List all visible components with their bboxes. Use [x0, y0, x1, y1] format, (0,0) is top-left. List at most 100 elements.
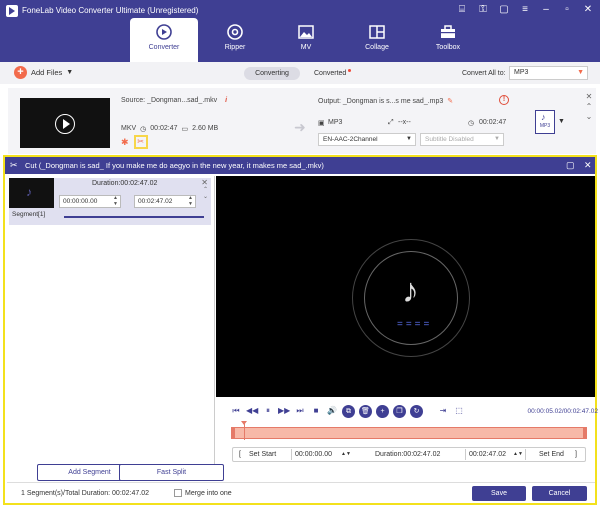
close-icon[interactable]: ✕	[201, 178, 208, 187]
split-icon[interactable]: ⇥	[437, 405, 449, 417]
play-icon[interactable]	[55, 114, 75, 134]
gift-icon[interactable]: ⌸	[456, 4, 468, 16]
merge-checkbox[interactable]	[174, 489, 182, 497]
converter-toolbar: + Add Files ▼ Converting Converted Conve…	[0, 62, 600, 84]
pause-icon[interactable]: ⏸	[262, 405, 274, 417]
chevron-down-icon[interactable]: ▼	[66, 69, 73, 76]
maximize-icon[interactable]: ▫	[561, 4, 573, 16]
equalizer-icon: ====	[397, 319, 433, 330]
audio-track-select[interactable]: EN-AAC-2Channel ▼	[318, 133, 416, 146]
fit-icon[interactable]: ⬚	[453, 405, 465, 417]
video-thumbnail[interactable]	[20, 98, 110, 148]
tab-toolbox[interactable]: Toolbox	[414, 18, 482, 62]
tab-ripper[interactable]: Ripper	[201, 18, 269, 62]
file-row: Source: _Dongman...sad_.mkv i MKV ◷ 00:02…	[8, 88, 596, 154]
audio-disc-icon: ♪ ====	[352, 239, 470, 357]
playhead[interactable]	[241, 421, 247, 440]
add-files-button[interactable]: + Add Files ▼	[14, 66, 73, 79]
source-name: Source: _Dongman...sad_.mkv i	[121, 97, 227, 104]
info-circle-icon[interactable]: !	[499, 95, 509, 105]
stepper-icon[interactable]: ▲▼	[513, 448, 523, 461]
image-icon	[298, 25, 314, 39]
go-to-end-icon[interactable]: ⏭	[294, 405, 306, 417]
new-dot-icon	[348, 69, 352, 72]
divider	[291, 449, 292, 460]
chevron-down-icon: ▼	[577, 69, 584, 76]
tab-mv-label: MV	[300, 44, 312, 51]
menu-icon[interactable]: ≡	[519, 4, 531, 16]
format-badge-label: MP3	[539, 123, 551, 129]
add-icon[interactable]: +	[376, 404, 389, 418]
reset-icon[interactable]: ↻	[410, 404, 423, 418]
cancel-button[interactable]: Cancel	[532, 486, 587, 501]
stepper-icon[interactable]: ▲▼	[341, 448, 351, 461]
convert-all-select[interactable]: MP3 ▼	[509, 66, 588, 80]
toolbox-icon	[441, 25, 455, 38]
trim-settings-bar: [ Set Start 00:00:00.00 ▲▼ Duration:00:0…	[232, 447, 586, 462]
close-icon[interactable]: ✕	[584, 157, 592, 174]
converting-tab[interactable]: Converting	[244, 67, 300, 80]
file-container: MKV	[121, 125, 137, 132]
tab-converter-label: Converter	[148, 44, 180, 51]
resize-icon: ⤢	[388, 119, 394, 126]
minimize-icon[interactable]: –	[540, 4, 552, 16]
output-resolution: --x--	[398, 119, 411, 126]
clock-icon: ◷	[468, 120, 475, 127]
set-start-button[interactable]: Set Start	[249, 448, 276, 461]
converted-label: Converted	[314, 70, 347, 77]
chevron-down-icon[interactable]: ⌄	[203, 194, 208, 201]
magic-wand-icon[interactable]: ✱	[121, 137, 129, 148]
chevron-down-icon[interactable]: ⌄	[584, 112, 594, 122]
edit-icon[interactable]: ✎	[447, 98, 453, 105]
disc-inner-ring: ♪ ====	[364, 251, 458, 345]
close-icon[interactable]: ✕	[582, 4, 594, 16]
duplicate-icon[interactable]: ❐	[393, 404, 406, 418]
end-time-input[interactable]: 00:02:47.02	[469, 448, 506, 461]
segment-total-info: 1 Segment(s)/Total Duration: 00:02:47.02	[21, 490, 150, 497]
tab-collage[interactable]: Collage	[343, 18, 411, 62]
clock-icon: ◷	[140, 126, 147, 133]
file-tools: ✱ ✂	[121, 135, 148, 149]
trim-start-handle[interactable]	[231, 427, 235, 439]
maximize-icon[interactable]: ▢	[566, 157, 575, 174]
segment-card[interactable]: Duration:00:02:47.02 ✕ ⌃ ⌄ 00:00:00.00 ▲…	[9, 178, 211, 225]
fast-forward-icon[interactable]: ▶▶	[278, 405, 290, 417]
stepper-icon[interactable]: ▲▼	[113, 195, 118, 207]
mp3-format-icon[interactable]: MP3	[535, 110, 555, 134]
trim-timeline[interactable]	[231, 427, 587, 439]
copy-segment-icon[interactable]: ⧉	[342, 404, 355, 418]
tab-collage-label: Collage	[365, 44, 389, 51]
save-button[interactable]: Save	[472, 486, 526, 501]
start-time-input[interactable]: 00:00:00.00	[295, 448, 332, 461]
segment-start-input[interactable]: 00:00:00.00 ▲ ▼	[59, 195, 121, 208]
info-icon[interactable]: i	[225, 97, 227, 104]
subtitle-select[interactable]: Subtitle Disabled ▼	[420, 133, 504, 146]
segment-start-value: 00:00:00.00	[63, 198, 98, 205]
fast-split-button[interactable]: Fast Split	[119, 464, 224, 481]
disc-icon	[227, 24, 243, 40]
output-label: Output: _Dongman is s...s me sad_.mp3	[318, 98, 444, 105]
volume-icon[interactable]: 🔊	[326, 405, 338, 417]
segment-end-input[interactable]: 00:02:47.02 ▲ ▼	[134, 195, 196, 208]
chevron-up-icon[interactable]: ⌃	[584, 102, 594, 112]
cut-icon[interactable]: ✂	[133, 135, 148, 149]
output-duration: 00:02:47	[479, 119, 507, 126]
trim-end-handle[interactable]	[583, 427, 587, 439]
rewind-icon[interactable]: ◀◀	[246, 405, 258, 417]
merge-label: Merge into one	[185, 490, 232, 497]
key-icon[interactable]: ⚿	[477, 4, 489, 16]
stepper-icon[interactable]: ▲▼	[188, 195, 193, 207]
set-end-button[interactable]: Set End	[539, 448, 564, 461]
close-icon[interactable]: ✕	[584, 92, 594, 102]
cut-dialog: ✂ Cut (_Dongman is sad_ If you make me d…	[3, 155, 598, 505]
video-preview[interactable]: ♪ ====	[216, 176, 595, 397]
converted-tab[interactable]: Converted	[314, 67, 352, 80]
delete-icon[interactable]: 🗑	[359, 404, 372, 418]
stop-icon[interactable]: ■	[310, 405, 322, 417]
tab-converter[interactable]: Converter	[130, 18, 198, 62]
go-to-start-icon[interactable]: ⏮	[230, 405, 242, 417]
tab-mv[interactable]: MV	[272, 18, 340, 62]
chevron-down-icon[interactable]: ▼	[558, 118, 565, 125]
chat-icon[interactable]: ▢	[498, 4, 510, 16]
chevron-up-icon[interactable]: ⌃	[203, 187, 208, 194]
